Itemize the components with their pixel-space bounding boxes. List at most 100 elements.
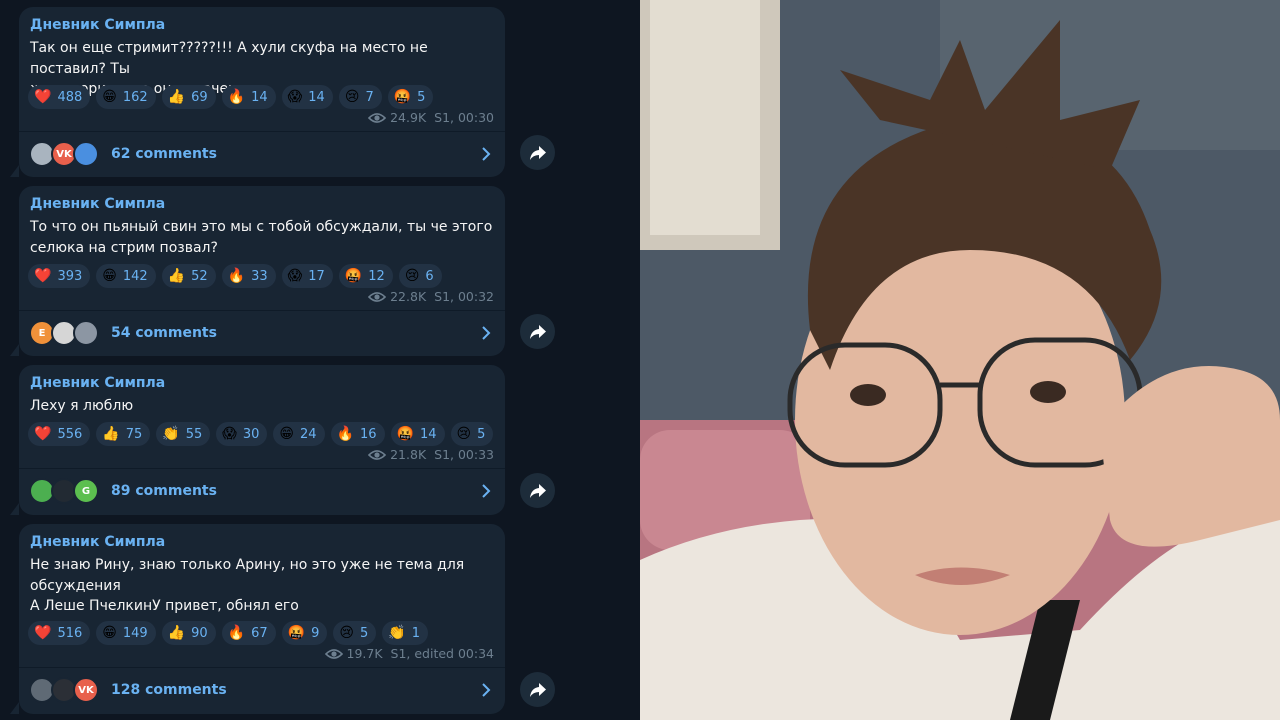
author-name[interactable]: Дневник Симпла bbox=[30, 17, 165, 33]
author-name[interactable]: Дневник Симпла bbox=[30, 196, 165, 212]
reaction-emoji-icon: ❤️ bbox=[34, 625, 52, 641]
reaction-count: 5 bbox=[477, 426, 486, 442]
reaction-chip[interactable]: 👍 90 bbox=[161, 621, 216, 645]
eye-icon bbox=[367, 291, 387, 303]
reaction-emoji-icon: 🔥 bbox=[336, 426, 354, 442]
share-arrow-icon bbox=[529, 324, 546, 339]
reaction-emoji-icon: 🤬 bbox=[396, 426, 414, 442]
comments-count-label: 54 comments bbox=[111, 325, 217, 341]
reaction-chip[interactable]: 🔥 67 bbox=[221, 621, 276, 645]
share-button[interactable] bbox=[520, 314, 555, 349]
reaction-emoji-icon: 👍 bbox=[167, 625, 186, 641]
reaction-chip[interactable]: ❤️ 516 bbox=[28, 621, 91, 645]
reaction-chip[interactable]: ❤️ 556 bbox=[28, 422, 91, 446]
commenter-avatars: E bbox=[29, 320, 109, 346]
reaction-chip[interactable]: 😁 142 bbox=[96, 264, 156, 288]
reaction-chip[interactable]: 👍 69 bbox=[161, 85, 216, 109]
reaction-chip[interactable]: 🔥 16 bbox=[330, 422, 385, 446]
message-bubble: Дневник Симпла Леху я люблю ❤️ 556 👍 75 👏 55 😱 30… bbox=[10, 365, 505, 515]
chevron-right-icon bbox=[481, 325, 491, 341]
comments-button[interactable]: VK 128 comments bbox=[19, 668, 505, 712]
comments-button[interactable]: E 54 comments bbox=[19, 311, 505, 355]
reaction-emoji-icon: 😢 bbox=[339, 625, 354, 641]
reaction-chip[interactable]: 😢 6 bbox=[398, 264, 442, 288]
reaction-chip[interactable]: 🤬 9 bbox=[281, 621, 328, 645]
reaction-emoji-icon: 😱 bbox=[287, 89, 303, 105]
reaction-chip[interactable]: 😱 30 bbox=[216, 422, 268, 446]
share-arrow-icon bbox=[529, 145, 546, 160]
reaction-chip[interactable]: 👏 1 bbox=[382, 621, 428, 645]
reaction-emoji-icon: 🔥 bbox=[227, 268, 246, 284]
view-count: 19.7K bbox=[346, 646, 383, 661]
message-time: S1, 00:33 bbox=[434, 447, 494, 462]
reaction-emoji-icon: 👏 bbox=[162, 426, 180, 442]
reaction-count: 516 bbox=[57, 625, 83, 641]
reaction-chip[interactable]: 😢 7 bbox=[338, 85, 382, 109]
reaction-chip[interactable]: 🔥 33 bbox=[221, 264, 276, 288]
person-photo bbox=[640, 0, 1280, 720]
reaction-chip[interactable]: 😁 162 bbox=[96, 85, 156, 109]
share-button[interactable] bbox=[520, 135, 555, 170]
reaction-chip[interactable]: 👏 55 bbox=[156, 422, 211, 446]
reaction-chip[interactable]: ❤️ 488 bbox=[28, 85, 91, 109]
comments-count-label: 128 comments bbox=[111, 682, 227, 698]
comments-count-label: 62 comments bbox=[111, 146, 217, 162]
commenter-avatars: G bbox=[29, 478, 109, 504]
chevron-right-icon bbox=[481, 483, 491, 499]
avatar bbox=[73, 320, 99, 346]
share-button[interactable] bbox=[520, 672, 555, 707]
reaction-emoji-icon: ❤️ bbox=[34, 426, 52, 442]
share-button[interactable] bbox=[520, 473, 555, 508]
avatar: VK bbox=[73, 677, 99, 703]
reaction-chip[interactable]: 👍 52 bbox=[161, 264, 216, 288]
avatar bbox=[73, 141, 99, 167]
message-meta: 22.8K S1, 00:32 bbox=[367, 289, 494, 304]
reaction-count: 556 bbox=[57, 426, 83, 442]
reaction-chip[interactable]: 😱 14 bbox=[281, 85, 333, 109]
reaction-emoji-icon: 👍 bbox=[167, 268, 186, 284]
chevron-right-icon bbox=[481, 682, 491, 698]
bubble-tail bbox=[10, 344, 19, 356]
reaction-count: 14 bbox=[251, 89, 268, 105]
author-name[interactable]: Дневник Симпла bbox=[30, 375, 165, 391]
reaction-chip[interactable]: 😢 5 bbox=[333, 621, 377, 645]
reaction-chip[interactable]: 🔥 14 bbox=[221, 85, 276, 109]
reaction-count: 90 bbox=[191, 625, 208, 641]
reaction-emoji-icon: ❤️ bbox=[34, 268, 52, 284]
bubble-tail bbox=[10, 503, 19, 515]
reaction-emoji-icon: 😁 bbox=[102, 268, 117, 284]
message-bubble: Дневник Симпла То что он пьяный свин это … bbox=[10, 186, 505, 356]
reaction-count: 12 bbox=[368, 268, 385, 284]
message-bubble: Дневник Симпла Не знаю Рину, знаю только … bbox=[10, 524, 505, 714]
reaction-chip[interactable]: 🤬 12 bbox=[338, 264, 393, 288]
bubble-tail bbox=[10, 165, 19, 177]
comments-button[interactable]: G 89 comments bbox=[19, 469, 505, 513]
reaction-chip[interactable]: 🤬 5 bbox=[387, 85, 434, 109]
reaction-count: 393 bbox=[57, 268, 83, 284]
reaction-chip[interactable]: 👍 75 bbox=[96, 422, 151, 446]
reaction-count: 5 bbox=[360, 625, 369, 641]
reaction-emoji-icon: 😱 bbox=[222, 426, 237, 442]
reaction-emoji-icon: 😱 bbox=[287, 268, 303, 284]
reaction-count: 149 bbox=[122, 625, 148, 641]
reaction-count: 55 bbox=[185, 426, 203, 442]
reaction-chip[interactable]: ❤️ 393 bbox=[28, 264, 91, 288]
reaction-chip[interactable]: 😁 149 bbox=[96, 621, 156, 645]
reaction-chip[interactable]: 🤬 14 bbox=[390, 422, 445, 446]
message-meta: 24.9K S1, 00:30 bbox=[367, 110, 494, 125]
share-arrow-icon bbox=[529, 483, 546, 498]
reactions-row: ❤️ 393 😁 142 👍 52 🔥 33 😱 17 🤬 12 😢 6 bbox=[28, 264, 442, 288]
comments-button[interactable]: VK 62 comments bbox=[19, 132, 505, 176]
reaction-count: 52 bbox=[191, 268, 208, 284]
reaction-chip[interactable]: 😱 17 bbox=[281, 264, 333, 288]
reaction-chip[interactable]: 😢 5 bbox=[450, 422, 494, 446]
message-text: Не знаю Рину, знаю только Арину, но это … bbox=[30, 557, 465, 614]
reaction-chip[interactable]: 😁 24 bbox=[273, 422, 325, 446]
reaction-count: 1 bbox=[411, 625, 420, 641]
message-text: Леху я люблю bbox=[30, 398, 134, 414]
message-meta: 19.7K S1, edited 00:34 bbox=[324, 646, 494, 661]
reaction-count: 17 bbox=[308, 268, 325, 284]
reaction-emoji-icon: 👍 bbox=[102, 426, 120, 442]
person-photo-illustration bbox=[640, 0, 1280, 720]
author-name[interactable]: Дневник Симпла bbox=[30, 534, 165, 550]
